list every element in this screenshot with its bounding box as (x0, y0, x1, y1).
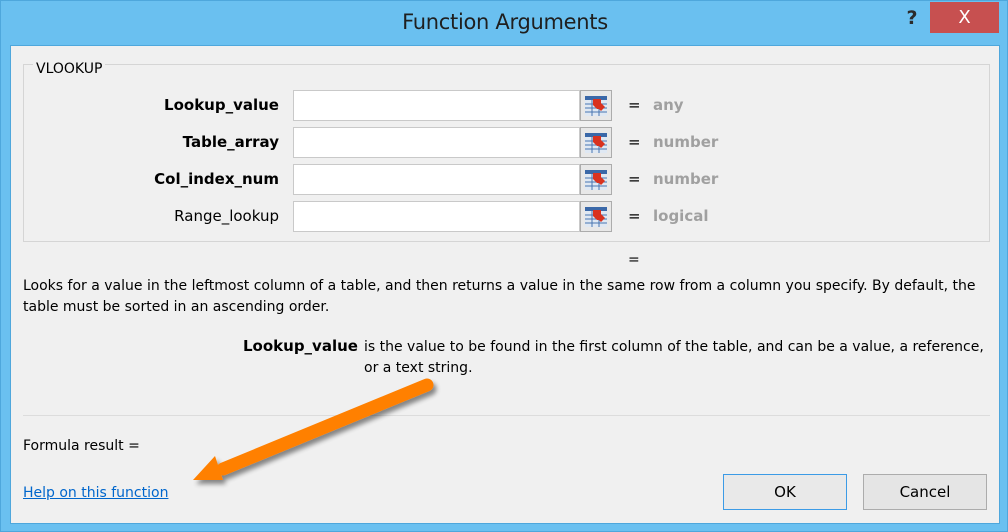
argument-row-range-lookup: Range_lookup = logical (11, 201, 1001, 232)
cancel-button[interactable]: Cancel (863, 474, 987, 510)
collapse-dialog-icon (585, 207, 607, 227)
range-selector-button[interactable] (580, 164, 612, 195)
close-icon: X (958, 7, 971, 28)
function-description: Looks for a value in the leftmost column… (23, 278, 976, 315)
question-mark-icon: ? (906, 7, 918, 29)
table-array-input[interactable] (293, 127, 580, 158)
argument-row-lookup-value: Lookup_value = any (11, 90, 1001, 121)
arg-label: Lookup_value (164, 96, 279, 114)
formula-result-label: Formula result = (23, 438, 140, 454)
collapse-dialog-icon (585, 170, 607, 190)
current-argument-name: Lookup_value (243, 337, 358, 355)
dialog-body: VLOOKUP Lookup_value = any Table_array =… (10, 45, 1000, 524)
function-arguments-dialog: Function Arguments ? X VLOOKUP Lookup_va… (0, 0, 1008, 532)
collapse-dialog-icon (585, 133, 607, 153)
range-lookup-input[interactable] (293, 201, 580, 232)
col-index-num-input[interactable] (293, 164, 580, 195)
arg-result-type: any (653, 96, 684, 114)
function-name-label: VLOOKUP (33, 61, 106, 77)
argument-row-table-array: Table_array = number (11, 127, 1001, 158)
equals-sign: = (628, 133, 641, 151)
range-selector-button[interactable] (580, 90, 612, 121)
arg-label: Table_array (182, 133, 279, 151)
arg-label: Col_index_num (154, 170, 279, 188)
arg-result-type: logical (653, 207, 709, 225)
argument-row-col-index-num: Col_index_num = number (11, 164, 1001, 195)
equals-sign: = (628, 207, 641, 225)
close-button[interactable]: X (930, 2, 999, 33)
title-bar[interactable]: Function Arguments ? X (1, 1, 1008, 45)
lookup-value-input[interactable] (293, 90, 580, 121)
dialog-title: Function Arguments (402, 10, 608, 34)
help-on-function-link[interactable]: Help on this function (23, 485, 168, 501)
range-selector-button[interactable] (580, 127, 612, 158)
arg-result-type: number (653, 170, 719, 188)
equals-sign: = (628, 96, 641, 114)
arg-label: Range_lookup (174, 207, 279, 225)
equals-sign: = (628, 170, 641, 188)
collapse-dialog-icon (585, 96, 607, 116)
range-selector-button[interactable] (580, 201, 612, 232)
divider (23, 415, 990, 416)
ok-button[interactable]: OK (723, 474, 847, 510)
help-button[interactable]: ? (897, 3, 927, 33)
current-argument-description: is the value to be found in the first co… (364, 339, 984, 376)
function-result-equals: = (628, 252, 640, 268)
arg-result-type: number (653, 133, 719, 151)
